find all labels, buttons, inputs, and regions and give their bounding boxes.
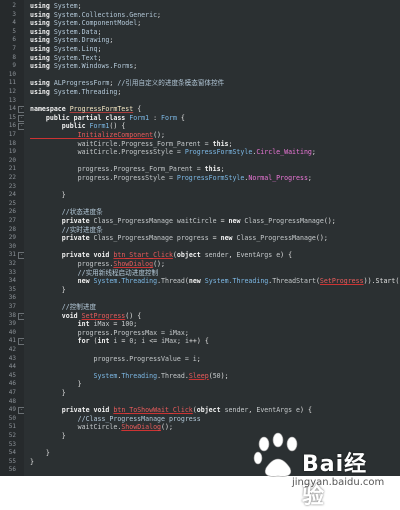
code-token: ) { <box>280 251 293 260</box>
code-token: for <box>30 337 94 346</box>
code-editor: 2 3 4 5 6 7 8 9 10 11 12 13 14-15-16-17 18 19 20 21 22 23 2… <box>0 0 400 509</box>
code-token: Class_ProgressManage <box>93 217 177 225</box>
watermark-url: jingyan.baidu.com <box>292 477 385 488</box>
code-token: ; <box>157 10 162 19</box>
code-token: (); <box>161 423 173 432</box>
code-line: } <box>30 190 66 200</box>
code-token: <= <box>145 337 162 346</box>
code-line: waitCircle.ProgressStyle = ProgressFormS… <box>30 147 316 157</box>
line-number: 56 <box>8 466 16 474</box>
code-token: Class_ProgressManage <box>244 217 324 225</box>
code-token: SetProgress <box>319 277 364 286</box>
code-token: ShowDialog <box>121 423 162 432</box>
code-line: progress.ProgressStyle = ProgressFormSty… <box>30 173 312 183</box>
paw-logo-icon <box>253 432 298 477</box>
code-token: new <box>228 217 245 225</box>
code-token: System.Threading <box>93 277 158 286</box>
code-line: } <box>30 457 34 467</box>
code-token: Thread <box>161 371 185 380</box>
code-token: waitCircle.ProgressStyle = <box>30 148 185 157</box>
line-number-gutter: 2 3 4 5 6 7 8 9 10 11 12 13 14-15-16-17 18 19 20 21 22 23 2… <box>0 0 25 476</box>
code-token: waitCircle <box>176 217 217 225</box>
code-line: for (int i = 0; i <= iMax; i++) { <box>30 336 209 346</box>
code-token: progress.ProgressValue = <box>30 354 193 363</box>
code-token: } <box>30 432 66 440</box>
code-token: System.Windows.Forms <box>53 62 134 71</box>
code-line: } <box>30 431 66 441</box>
code-token: object <box>196 406 225 415</box>
code-token: = <box>208 234 221 243</box>
code-line: progress.ProgressValue = i; <box>30 354 201 364</box>
code-token: ; <box>307 174 312 182</box>
code-token: = <box>216 217 229 225</box>
code-token: ProgressFormStyle <box>176 174 245 182</box>
code-token: Class_ProgressManage <box>236 234 316 243</box>
code-line: using System.Threading; <box>30 87 121 97</box>
code-token: ; <box>133 62 138 71</box>
code-token: ; <box>196 354 201 363</box>
code-token: Circle_Waiting <box>256 148 312 157</box>
code-token: progress <box>176 234 209 243</box>
code-token: private <box>30 234 94 243</box>
code-token: (); <box>323 217 336 225</box>
code-token: progress.ProgressStyle = <box>30 174 177 182</box>
code-token: using <box>30 88 54 96</box>
code-token: ; <box>117 88 122 96</box>
code-token: ; <box>109 36 114 45</box>
code-token: } <box>30 285 66 294</box>
code-token: Normal_Progress <box>248 174 308 182</box>
code-token: EventArgs <box>256 406 297 415</box>
code-token: } <box>30 191 66 200</box>
code-token: sender <box>204 251 229 260</box>
code-token: Class_ProgressManage <box>93 234 177 243</box>
code-line: } <box>30 285 66 295</box>
code-area[interactable]: using System; using System.Collections.Ge… <box>24 0 400 476</box>
code-token: Form <box>161 113 177 122</box>
code-token: } <box>30 389 66 397</box>
code-token: EventArgs <box>236 251 277 260</box>
code-token: Form1 <box>129 113 150 122</box>
code-token: ThreadStart <box>272 277 316 286</box>
code-token: (); <box>315 234 328 243</box>
baidu-jingyan-watermark: Bai经验 jingyan.baidu.com <box>250 432 390 509</box>
code-token: ; <box>177 337 185 346</box>
code-line: private Class_ProgressManage progress = … <box>30 233 328 243</box>
code-token: new <box>188 277 205 286</box>
code-token: System.Threading <box>204 277 269 286</box>
code-token: sender <box>224 406 249 415</box>
code-token: } <box>30 457 34 466</box>
code-token: new <box>220 234 237 243</box>
code-token: ; <box>311 148 316 157</box>
code-token: ProgressFormStyle <box>184 148 253 157</box>
code-token: System.Threading <box>53 88 118 96</box>
code-token: Sleep <box>188 371 209 380</box>
code-token: ++) { <box>188 337 209 346</box>
code-token: using <box>30 62 54 71</box>
code-line: } <box>30 388 66 398</box>
code-token: Thread <box>161 277 185 286</box>
code-token: )).Start(); <box>363 277 400 286</box>
code-token: = <box>117 337 130 346</box>
code-token: ; <box>137 19 142 28</box>
code-token: ); <box>220 371 229 380</box>
code-token: object <box>176 251 205 260</box>
code-token: : <box>149 113 162 122</box>
code-token: { <box>176 113 185 122</box>
code-token: Threading <box>121 371 158 380</box>
code-token: 50 <box>212 371 221 380</box>
code-token: ) { <box>300 406 312 415</box>
code-line: using System.Windows.Forms; <box>30 61 137 71</box>
code-token: int <box>97 337 114 346</box>
code-line: new System.Threading.Thread(new System.T… <box>30 276 400 286</box>
code-token: iMax <box>161 337 178 346</box>
code-token: //引用自定义的进度条模态窗体控件 <box>113 79 225 88</box>
